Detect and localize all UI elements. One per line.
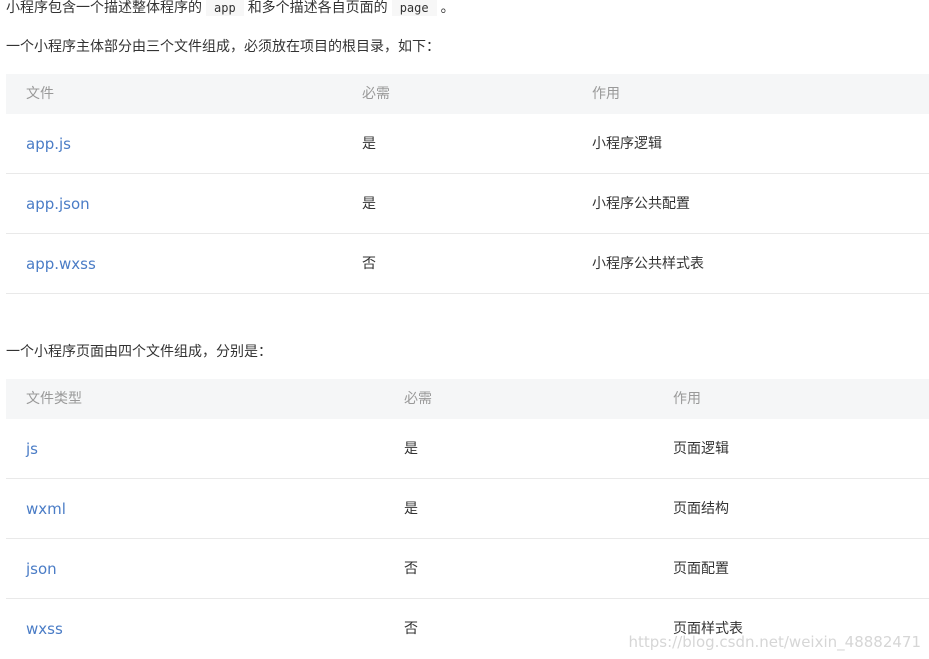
table-row: app.js 是 小程序逻辑 xyxy=(6,114,929,174)
required-cell: 否 xyxy=(404,621,418,637)
required-cell: 否 xyxy=(404,561,418,577)
file-cell: app.js xyxy=(26,135,71,153)
header-file-type: 文件类型 xyxy=(26,391,82,407)
code-app: app xyxy=(206,0,244,16)
section2-paragraph: 一个小程序页面由四个文件组成，分别是： xyxy=(6,344,272,360)
intro-text-1: 小程序包含一个描述整体程序的 xyxy=(6,0,202,16)
intro-text-3: 。 xyxy=(440,0,455,16)
header-purpose: 作用 xyxy=(592,86,620,102)
file-cell: wxss xyxy=(26,620,63,638)
required-cell: 否 xyxy=(362,256,376,272)
file-cell: app.json xyxy=(26,195,90,213)
purpose-cell: 小程序逻辑 xyxy=(592,136,662,152)
purpose-cell: 小程序公共配置 xyxy=(592,196,690,212)
required-cell: 是 xyxy=(362,196,376,212)
header-required: 必需 xyxy=(404,391,432,407)
header-required: 必需 xyxy=(362,86,390,102)
table-row: wxml 是 页面结构 xyxy=(6,479,929,539)
file-cell: app.wxss xyxy=(26,255,96,273)
file-cell: json xyxy=(26,560,57,578)
table-row: app.json 是 小程序公共配置 xyxy=(6,174,929,234)
intro-line: 小程序包含一个描述整体程序的 app 和多个描述各自页面的 page。 xyxy=(6,0,455,16)
required-cell: 是 xyxy=(404,441,418,457)
page-files-table: 文件类型 必需 作用 js 是 页面逻辑 wxml 是 页面结构 json 否 … xyxy=(6,379,929,659)
table-row: json 否 页面配置 xyxy=(6,539,929,599)
file-cell: wxml xyxy=(26,500,66,518)
purpose-cell: 页面结构 xyxy=(673,501,729,517)
table-row: js 是 页面逻辑 xyxy=(6,419,929,479)
watermark-url: https://blog.csdn.net/weixin_48882471 xyxy=(628,633,921,651)
table-header: 文件 必需 作用 xyxy=(6,74,929,114)
document-page: 小程序包含一个描述整体程序的 app 和多个描述各自页面的 page。 一个小程序主体… xyxy=(0,0,929,659)
purpose-cell: 页面逻辑 xyxy=(673,441,729,457)
app-files-table: 文件 必需 作用 app.js 是 小程序逻辑 app.json 是 小程序公共… xyxy=(6,74,929,294)
file-cell: js xyxy=(26,440,38,458)
purpose-cell: 页面配置 xyxy=(673,561,729,577)
required-cell: 是 xyxy=(404,501,418,517)
header-file: 文件 xyxy=(26,86,54,102)
table-row: app.wxss 否 小程序公共样式表 xyxy=(6,234,929,294)
intro-text-2: 和多个描述各自页面的 xyxy=(247,0,388,16)
section1-paragraph: 一个小程序主体部分由三个文件组成，必须放在项目的根目录，如下： xyxy=(6,39,440,55)
table-header: 文件类型 必需 作用 xyxy=(6,379,929,419)
required-cell: 是 xyxy=(362,136,376,152)
code-page: page xyxy=(391,0,437,16)
purpose-cell: 小程序公共样式表 xyxy=(592,256,704,272)
header-purpose: 作用 xyxy=(673,391,701,407)
